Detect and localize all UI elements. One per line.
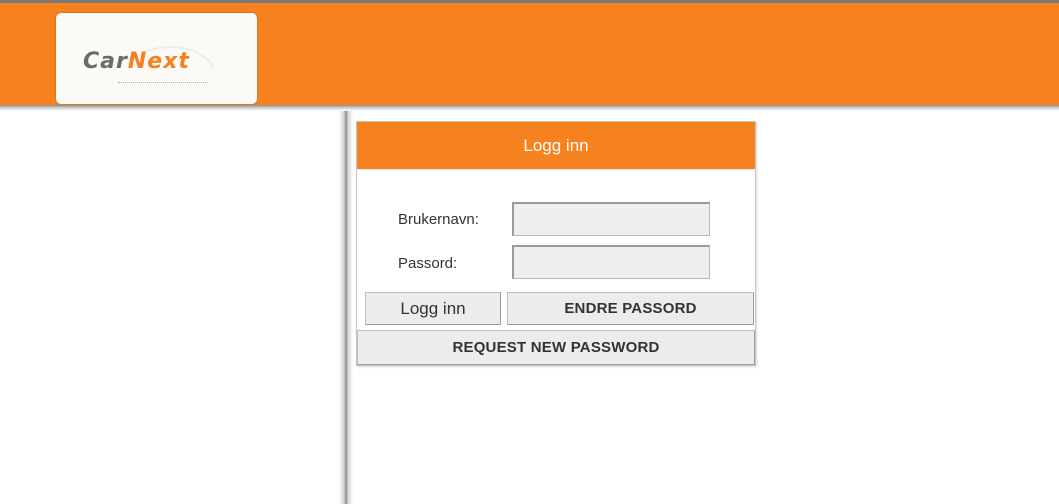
username-field[interactable] [512,202,710,236]
request-new-password-button[interactable]: REQUEST NEW PASSWORD [357,330,755,365]
change-password-button[interactable]: ENDRE PASSORD [507,292,754,325]
logo-text-car: Car [83,49,128,74]
header-bar: CarNext [0,0,1059,105]
login-panel-title: Logg inn [357,122,755,170]
logo-tagline [118,82,208,86]
logo[interactable]: CarNext [56,13,257,104]
password-label: Passord: [398,255,458,272]
logo-text: CarNext [83,49,190,75]
header-shadow [0,105,1059,111]
password-field[interactable] [512,245,710,279]
page: CarNext Logg inn Brukernavn: Passord: Lo… [0,0,1059,504]
login-panel: Logg inn Brukernavn: Passord: Logg inn E… [356,121,756,366]
logo-text-next: Next [127,49,190,74]
username-label: Brukernavn: [398,211,479,228]
login-button[interactable]: Logg inn [365,292,501,325]
vertical-divider [339,111,353,504]
